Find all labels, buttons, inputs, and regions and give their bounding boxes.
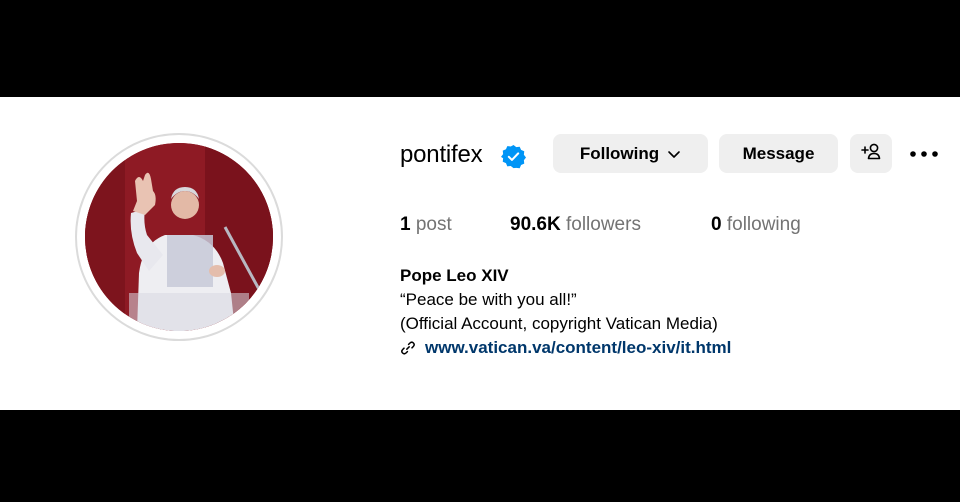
- link-icon: [400, 340, 416, 356]
- posts-count-value: 1: [400, 214, 411, 235]
- verified-badge-icon: [501, 144, 526, 169]
- profile-username: pontifex: [400, 141, 483, 168]
- following-button-label: Following: [579, 143, 660, 163]
- profile-avatar[interactable]: [85, 143, 273, 331]
- profile-link-text[interactable]: www.vatican.va/content/leo-xiv/it.html: [425, 337, 731, 359]
- followers-count[interactable]: 90.6K followers: [510, 213, 641, 237]
- message-button-label: Message: [742, 143, 815, 163]
- posts-count: 1 post: [400, 213, 452, 237]
- following-count-value: 0: [711, 214, 722, 235]
- following-button[interactable]: Following: [553, 134, 708, 173]
- add-user-icon: [861, 142, 881, 165]
- following-count[interactable]: 0 following: [711, 213, 801, 237]
- more-options-icon[interactable]: [905, 141, 943, 167]
- suggested-users-button[interactable]: [850, 134, 892, 173]
- chevron-down-icon: [667, 147, 681, 161]
- posts-count-label: post: [415, 214, 452, 235]
- followers-count-label: followers: [565, 214, 641, 235]
- bio-line: “Peace be with you all!”: [400, 290, 577, 309]
- message-button[interactable]: Message: [719, 134, 838, 173]
- profile-link[interactable]: www.vatican.va/content/leo-xiv/it.html: [400, 337, 731, 359]
- profile-avatar-ring[interactable]: [75, 133, 283, 341]
- bio-line: (Official Account, copyright Vatican Med…: [400, 314, 718, 333]
- profile-header: pontifex Following Message 1 post 90.6K …: [0, 97, 960, 410]
- profile-full-name: Pope Leo XIV: [400, 266, 509, 285]
- followers-count-value: 90.6K: [510, 214, 561, 235]
- following-count-label: following: [726, 214, 801, 235]
